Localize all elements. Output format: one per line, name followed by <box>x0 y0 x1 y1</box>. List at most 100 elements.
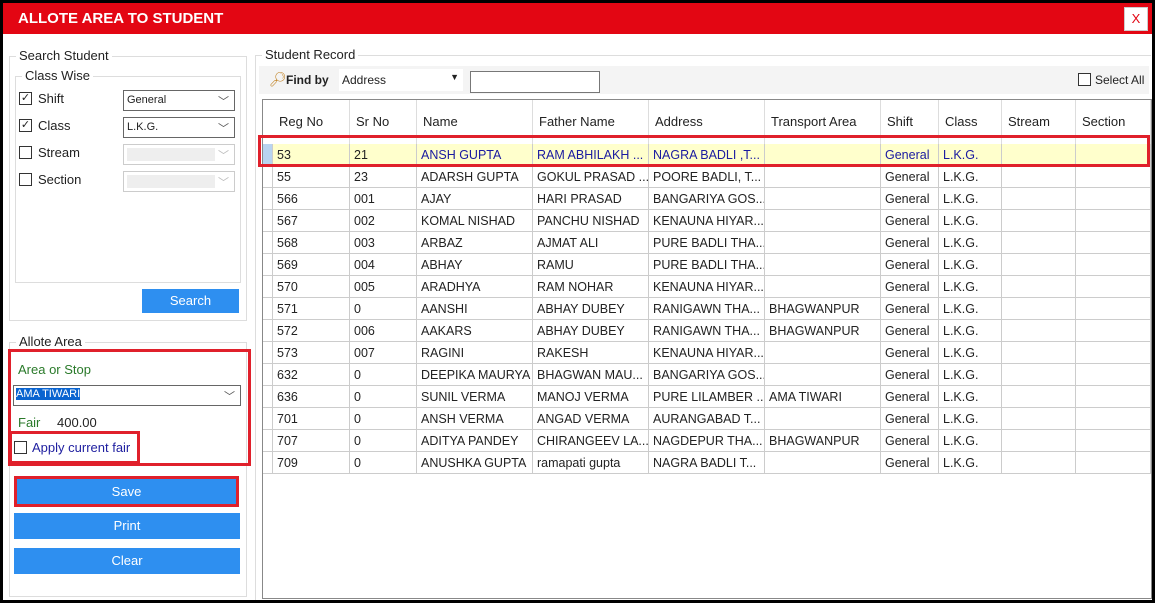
row-header[interactable] <box>263 408 273 430</box>
table-cell[interactable]: AAKARS <box>417 320 533 342</box>
row-header[interactable] <box>263 254 273 276</box>
row-header[interactable] <box>263 452 273 474</box>
table-cell[interactable] <box>765 408 881 430</box>
table-cell[interactable]: 23 <box>350 166 417 188</box>
table-cell[interactable]: 001 <box>350 188 417 210</box>
table-cell[interactable] <box>1076 166 1151 188</box>
search-button[interactable]: Search <box>142 289 239 313</box>
table-cell[interactable]: KENAUNA HIYAR... <box>649 276 765 298</box>
table-cell[interactable] <box>765 342 881 364</box>
table-cell[interactable]: ADITYA PANDEY <box>417 430 533 452</box>
table-cell[interactable]: CHIRANGEEV LA... <box>533 430 649 452</box>
select-all-checkbox[interactable] <box>1078 73 1091 86</box>
table-cell[interactable]: 55 <box>273 166 350 188</box>
table-cell[interactable]: L.K.G. <box>939 430 1002 452</box>
table-cell[interactable]: 573 <box>273 342 350 364</box>
print-button[interactable]: Print <box>14 513 240 539</box>
table-cell[interactable] <box>1002 386 1076 408</box>
table-cell[interactable] <box>1002 254 1076 276</box>
table-cell[interactable] <box>765 188 881 210</box>
table-cell[interactable] <box>765 166 881 188</box>
table-cell[interactable]: RANIGAWN THA... <box>649 320 765 342</box>
table-cell[interactable]: 572 <box>273 320 350 342</box>
table-cell[interactable]: General <box>881 386 939 408</box>
table-cell[interactable] <box>1002 364 1076 386</box>
find-by-select[interactable]: Address ▼ <box>339 69 463 91</box>
table-cell[interactable]: BHAGWANPUR <box>765 320 881 342</box>
table-cell[interactable] <box>1076 188 1151 210</box>
table-cell[interactable]: General <box>881 430 939 452</box>
table-cell[interactable]: General <box>881 254 939 276</box>
table-cell[interactable] <box>1076 254 1151 276</box>
row-header[interactable] <box>263 166 273 188</box>
table-cell[interactable] <box>1076 276 1151 298</box>
class-select[interactable]: L.K.G. ﹀ <box>123 117 235 138</box>
table-cell[interactable]: DEEPIKA MAURYA <box>417 364 533 386</box>
table-cell[interactable]: 568 <box>273 232 350 254</box>
table-cell[interactable]: L.K.G. <box>939 232 1002 254</box>
table-cell[interactable]: RAKESH <box>533 342 649 364</box>
table-cell[interactable]: RAGINI <box>417 342 533 364</box>
table-cell[interactable]: 636 <box>273 386 350 408</box>
table-cell[interactable]: 0 <box>350 408 417 430</box>
table-cell[interactable]: AJMAT ALI <box>533 232 649 254</box>
table-cell[interactable]: L.K.G. <box>939 320 1002 342</box>
table-cell[interactable]: General <box>881 320 939 342</box>
table-cell[interactable]: ANUSHKA GUPTA <box>417 452 533 474</box>
table-cell[interactable]: 567 <box>273 210 350 232</box>
table-cell[interactable] <box>1076 364 1151 386</box>
table-cell[interactable] <box>1002 188 1076 210</box>
table-cell[interactable]: L.K.G. <box>939 210 1002 232</box>
row-header[interactable] <box>263 364 273 386</box>
table-cell[interactable]: 566 <box>273 188 350 210</box>
stream-select[interactable]: ﹀ <box>123 144 235 165</box>
table-cell[interactable]: General <box>881 166 939 188</box>
table-cell[interactable] <box>765 276 881 298</box>
table-cell[interactable]: 004 <box>350 254 417 276</box>
table-cell[interactable] <box>1076 320 1151 342</box>
table-cell[interactable]: General <box>881 210 939 232</box>
table-cell[interactable] <box>1002 276 1076 298</box>
table-cell[interactable] <box>765 452 881 474</box>
row-header[interactable] <box>263 188 273 210</box>
table-cell[interactable]: L.K.G. <box>939 386 1002 408</box>
clear-button[interactable]: Clear <box>14 548 240 574</box>
table-cell[interactable] <box>1002 320 1076 342</box>
table-cell[interactable]: L.K.G. <box>939 408 1002 430</box>
table-cell[interactable]: KOMAL NISHAD <box>417 210 533 232</box>
table-cell[interactable] <box>1076 342 1151 364</box>
table-cell[interactable]: HARI PRASAD <box>533 188 649 210</box>
table-cell[interactable]: General <box>881 298 939 320</box>
table-cell[interactable]: L.K.G. <box>939 364 1002 386</box>
table-cell[interactable]: ABHAY DUBEY <box>533 320 649 342</box>
table-cell[interactable]: NAGRA BADLI T... <box>649 452 765 474</box>
table-cell[interactable]: BHAGWANPUR <box>765 430 881 452</box>
table-cell[interactable]: GOKUL PRASAD ... <box>533 166 649 188</box>
table-cell[interactable]: 005 <box>350 276 417 298</box>
stream-checkbox[interactable] <box>19 146 32 159</box>
shift-checkbox[interactable]: ✓ <box>19 92 32 105</box>
row-header[interactable] <box>263 320 273 342</box>
table-cell[interactable]: 0 <box>350 364 417 386</box>
table-cell[interactable]: BHAGWANPUR <box>765 298 881 320</box>
row-header[interactable] <box>263 386 273 408</box>
table-cell[interactable]: AJAY <box>417 188 533 210</box>
table-cell[interactable]: SUNIL VERMA <box>417 386 533 408</box>
row-header[interactable] <box>263 430 273 452</box>
table-cell[interactable]: L.K.G. <box>939 254 1002 276</box>
table-cell[interactable]: AANSHI <box>417 298 533 320</box>
table-cell[interactable]: 569 <box>273 254 350 276</box>
table-cell[interactable]: 0 <box>350 298 417 320</box>
table-cell[interactable]: ARADHYA <box>417 276 533 298</box>
row-header[interactable] <box>263 232 273 254</box>
table-cell[interactable]: 701 <box>273 408 350 430</box>
table-cell[interactable] <box>765 364 881 386</box>
table-cell[interactable]: 006 <box>350 320 417 342</box>
find-search-input[interactable] <box>470 71 600 93</box>
table-cell[interactable]: 571 <box>273 298 350 320</box>
table-cell[interactable]: 007 <box>350 342 417 364</box>
table-cell[interactable] <box>1002 452 1076 474</box>
table-cell[interactable]: 709 <box>273 452 350 474</box>
table-cell[interactable]: L.K.G. <box>939 298 1002 320</box>
table-cell[interactable]: PURE BADLI THA... <box>649 232 765 254</box>
